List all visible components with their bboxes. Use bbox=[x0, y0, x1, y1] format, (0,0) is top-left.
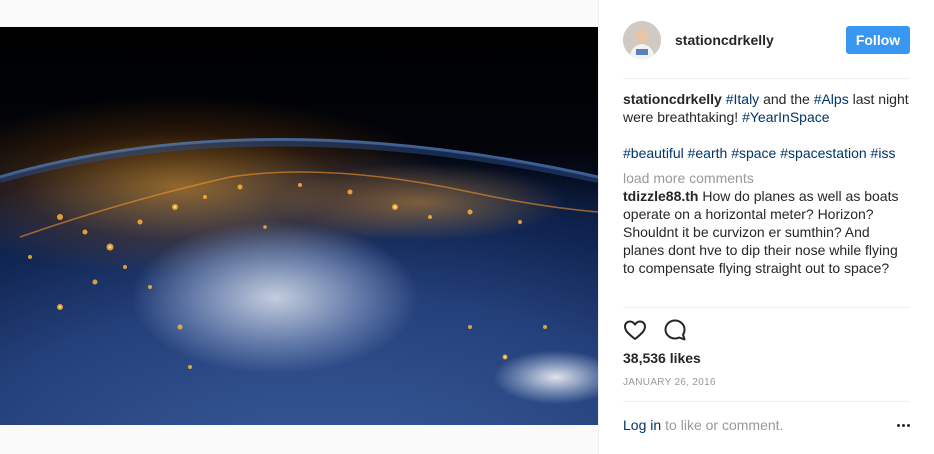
likes-count[interactable]: 38,536 likes bbox=[623, 350, 701, 366]
post-author-username[interactable]: stationcdrkelly bbox=[675, 32, 774, 48]
comments-divider bbox=[623, 307, 910, 308]
post-media-pane bbox=[0, 0, 598, 454]
comment-author[interactable]: tdizzle88.th bbox=[623, 188, 698, 204]
header-divider bbox=[623, 78, 910, 79]
post-header: stationcdrkelly Follow bbox=[623, 21, 910, 59]
login-prompt-text: to like or comment. bbox=[665, 417, 784, 433]
load-more-comments-link[interactable]: load more comments bbox=[623, 169, 910, 187]
caption-hashtags: #beautiful #earth #space #spacestation #… bbox=[623, 144, 910, 162]
login-prompt: Log in to like or comment. bbox=[623, 415, 910, 435]
hashtag-link[interactable]: #Italy bbox=[726, 91, 759, 107]
comments-list[interactable]: stationcdrkelly #Italy and the #Alps las… bbox=[623, 90, 910, 307]
footer-divider bbox=[623, 401, 910, 402]
heart-outline-icon bbox=[624, 320, 646, 340]
post-actions bbox=[623, 318, 703, 342]
astronaut-avatar-icon bbox=[623, 21, 661, 59]
avatar[interactable] bbox=[623, 21, 661, 59]
post-sidebar: stationcdrkelly Follow stationcdrkelly #… bbox=[598, 0, 934, 454]
caption-author[interactable]: stationcdrkelly bbox=[623, 91, 722, 107]
hashtag-link[interactable]: #beautiful bbox=[623, 145, 684, 161]
hashtag-link[interactable]: #Alps bbox=[814, 91, 849, 107]
hashtag-link[interactable]: #YearInSpace bbox=[742, 109, 829, 125]
like-button[interactable] bbox=[623, 318, 647, 342]
login-link[interactable]: Log in bbox=[623, 417, 661, 433]
post-caption: stationcdrkelly #Italy and the #Alps las… bbox=[623, 90, 910, 162]
comment-item: tdizzle88.th How do planes as well as bo… bbox=[623, 187, 910, 277]
earth-night-illustration bbox=[0, 138, 598, 369]
more-options-icon[interactable] bbox=[897, 423, 910, 427]
hashtag-link[interactable]: #earth bbox=[688, 145, 728, 161]
caption-text-part: and the bbox=[759, 91, 814, 107]
hashtag-link[interactable]: #space bbox=[731, 145, 776, 161]
post-date[interactable]: JANUARY 26, 2016 bbox=[623, 377, 716, 388]
post-photo[interactable] bbox=[0, 27, 598, 425]
follow-button[interactable]: Follow bbox=[846, 26, 910, 54]
comment-button[interactable] bbox=[663, 318, 687, 342]
hashtag-link[interactable]: #iss bbox=[871, 145, 896, 161]
hashtag-link[interactable]: #spacestation bbox=[780, 145, 866, 161]
speech-bubble-icon bbox=[664, 319, 686, 341]
